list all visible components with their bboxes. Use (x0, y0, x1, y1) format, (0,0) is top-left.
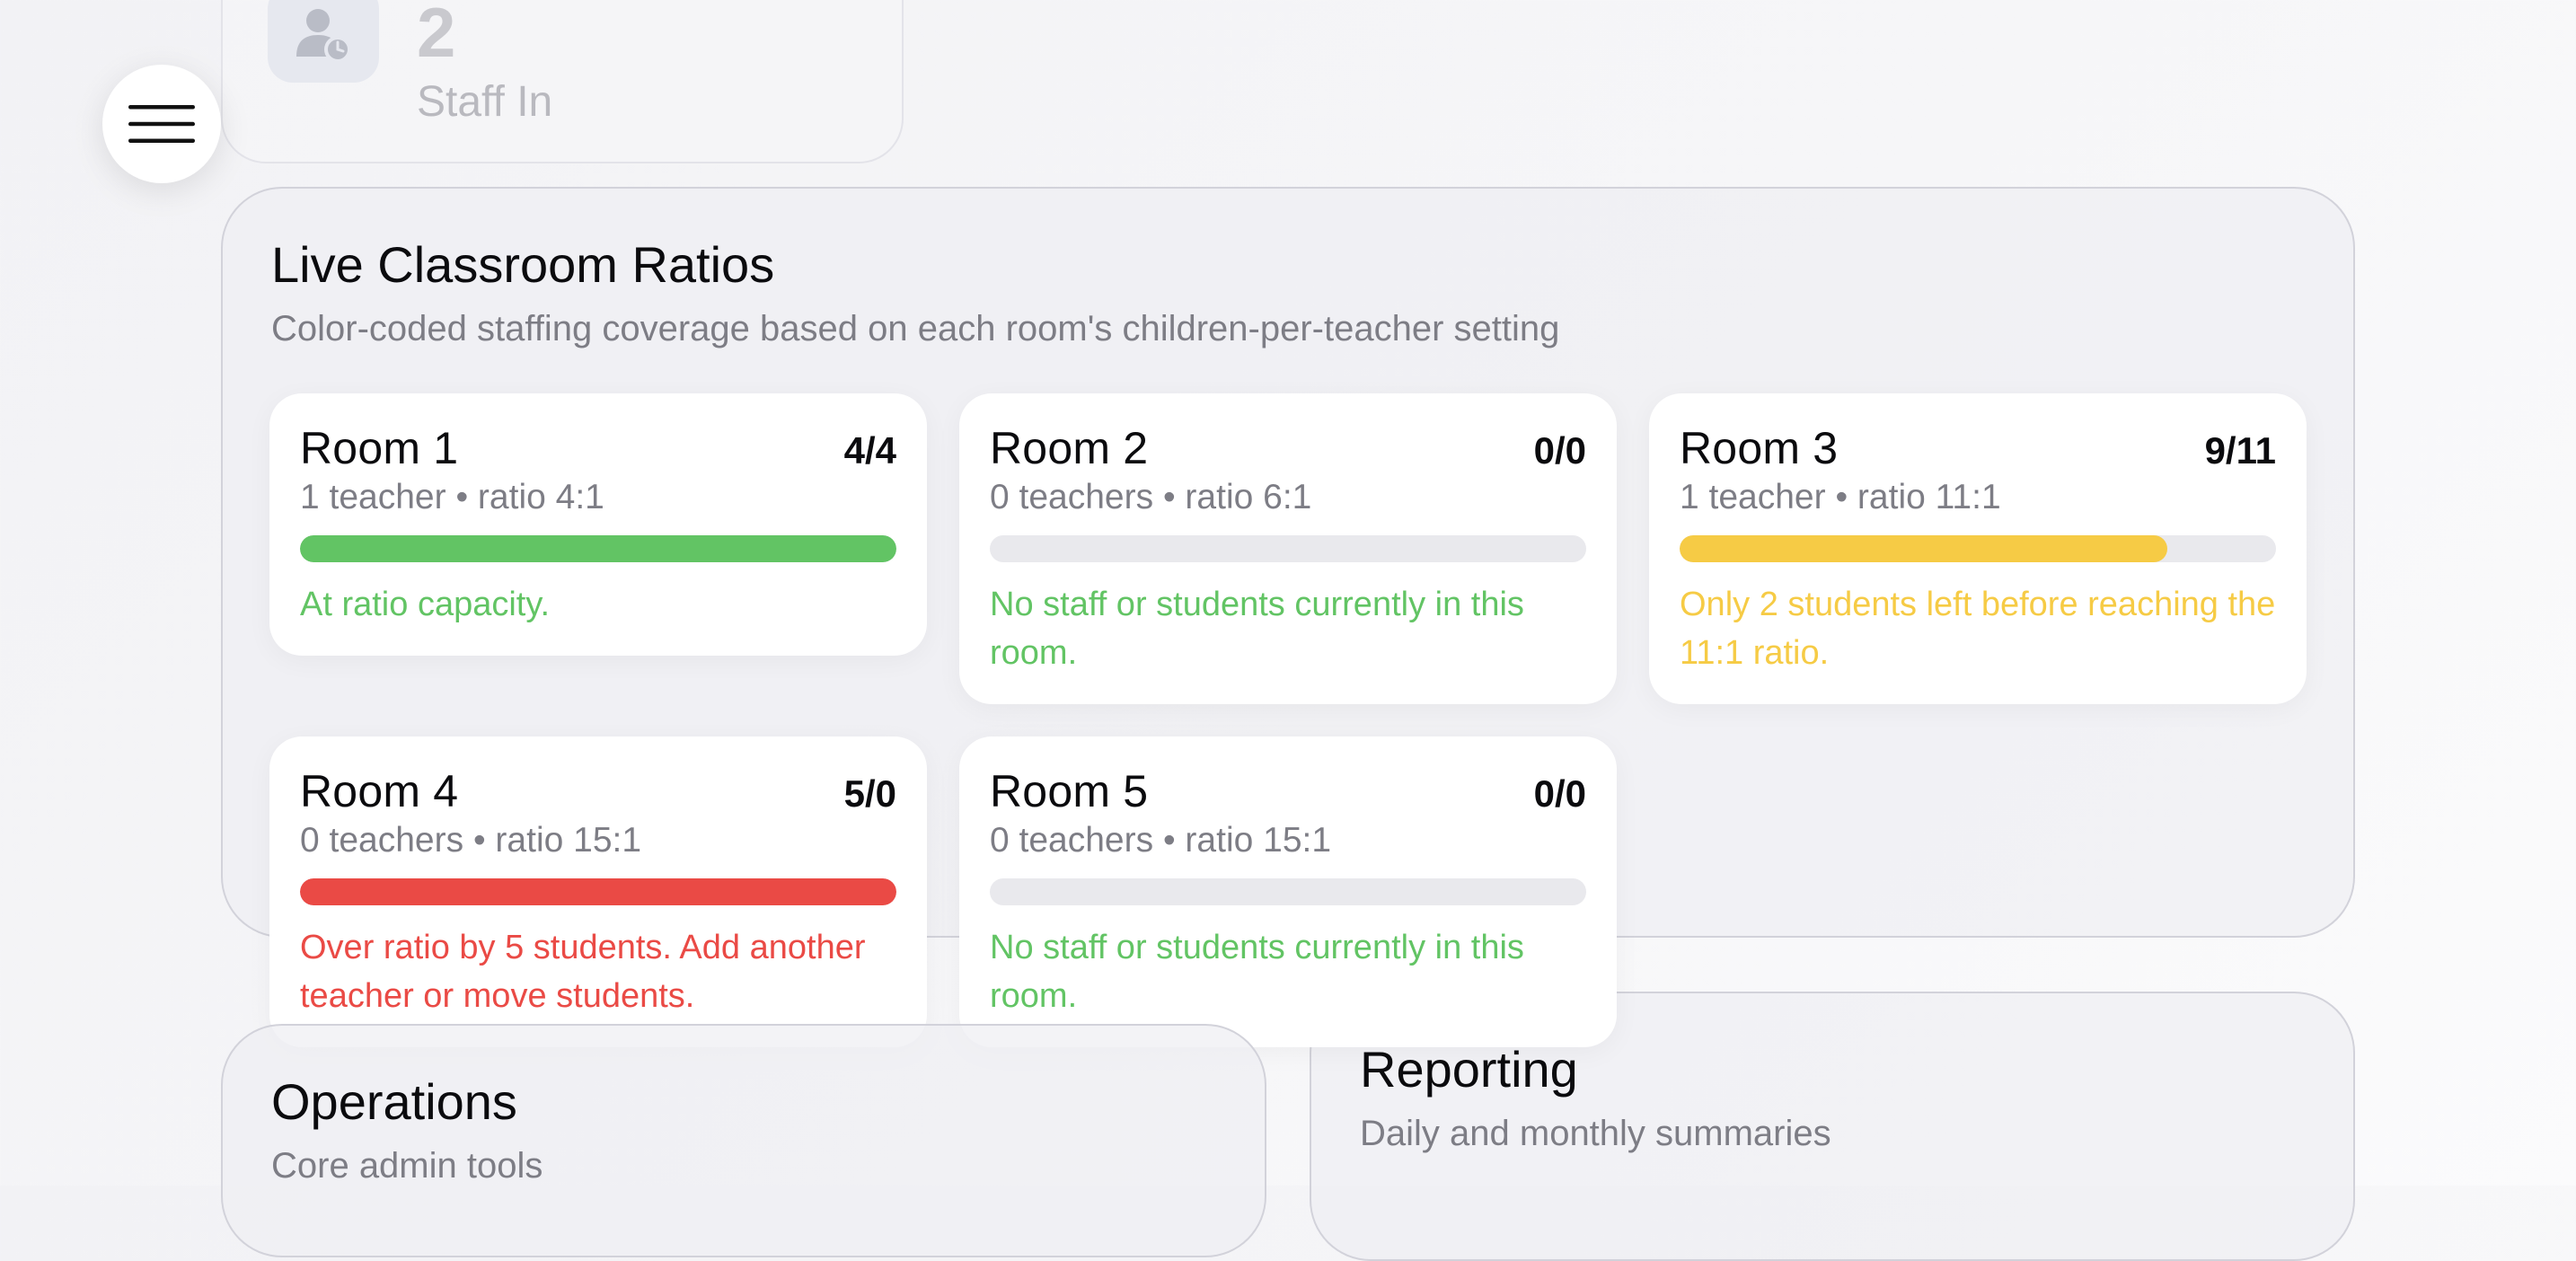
ratio-bar-track (990, 878, 1586, 905)
ratio-bar-fill (300, 535, 896, 562)
room-status-message: No staff or students currently in this r… (990, 586, 1524, 672)
room-card-2[interactable]: Room 2 0/0 0 teachers • ratio 6:1 No sta… (959, 393, 1617, 704)
ratio-bar-fill (1680, 535, 2168, 562)
ratio-bar-track (300, 878, 896, 905)
staff-in-label: Staff In (417, 78, 553, 126)
room-count: 4/4 (843, 429, 896, 472)
room-details: 0 teachers • ratio 15:1 (990, 821, 1332, 860)
ratio-bar-fill (300, 878, 896, 905)
room-status-message: At ratio capacity. (300, 586, 551, 623)
room-card-1[interactable]: Room 1 4/4 1 teacher • ratio 4:1 At rati… (269, 393, 927, 656)
operations-title: Operations (271, 1073, 517, 1130)
room-name: Room 3 (1680, 423, 1839, 473)
room-details: 1 teacher • ratio 4:1 (300, 478, 604, 516)
room-status-message: Only 2 students left before reaching the… (1680, 586, 2276, 672)
ratio-bar-track (1680, 535, 2276, 562)
panel-subtitle: Color-coded staffing coverage based on e… (271, 309, 1560, 348)
room-count: 0/0 (1533, 772, 1586, 815)
staff-in-card[interactable]: 2 Staff In (221, 0, 904, 163)
room-name: Room 4 (300, 766, 459, 816)
ratio-bar-track (300, 535, 896, 562)
room-status-message: No staff or students currently in this r… (990, 929, 1524, 1015)
room-details: 0 teachers • ratio 6:1 (990, 478, 1312, 516)
room-card-3[interactable]: Room 3 9/11 1 teacher • ratio 11:1 Only … (1649, 393, 2307, 704)
room-details: 1 teacher • ratio 11:1 (1680, 478, 2001, 516)
ratio-bar-track (990, 535, 1586, 562)
room-name: Room 2 (990, 423, 1149, 473)
reporting-title: Reporting (1360, 1041, 1578, 1098)
room-card-4[interactable]: Room 4 5/0 0 teachers • ratio 15:1 Over … (269, 736, 927, 1047)
room-details: 0 teachers • ratio 15:1 (300, 821, 642, 860)
operations-subtitle: Core admin tools (271, 1146, 543, 1186)
room-card-5[interactable]: Room 5 0/0 0 teachers • ratio 15:1 No st… (959, 736, 1617, 1047)
room-name: Room 1 (300, 423, 459, 473)
panel-title: Live Classroom Ratios (271, 236, 775, 293)
operations-panel[interactable]: Operations Core admin tools (221, 1024, 1266, 1257)
menu-button[interactable] (102, 65, 221, 183)
room-status-message: Over ratio by 5 students. Add another te… (300, 929, 866, 1015)
person-clock-icon (268, 0, 379, 83)
room-name: Room 5 (990, 766, 1149, 816)
reporting-subtitle: Daily and monthly summaries (1360, 1114, 1831, 1153)
hamburger-menu-icon (128, 105, 195, 143)
room-count: 0/0 (1533, 429, 1586, 472)
room-count: 5/0 (843, 772, 896, 815)
room-count: 9/11 (2204, 429, 2276, 472)
staff-in-value: 2 (417, 0, 456, 72)
